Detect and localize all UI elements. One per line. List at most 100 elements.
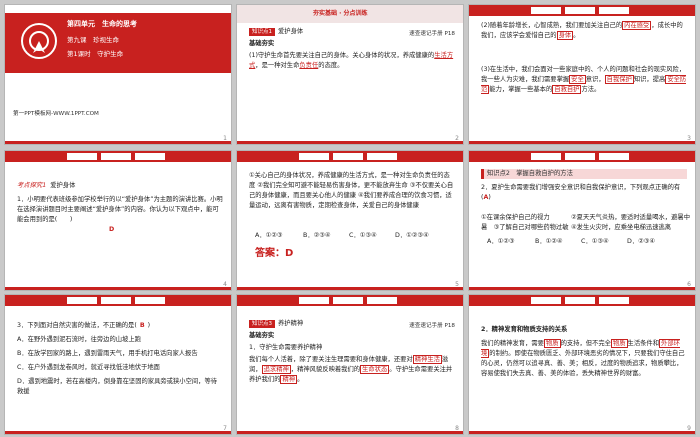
slide-4[interactable]: 考点探究1 爱护身体 1．小明要代表班级参加学校举行的以“爱护身体”为主题的演讲比… [4, 150, 232, 291]
kp-tag: 知识点3 [249, 320, 275, 328]
slide-number: 6 [687, 281, 691, 288]
body-text: ) [147, 322, 151, 329]
body-text: ，精神风貌反映着我们的 [290, 366, 361, 373]
body-text: 的态度。 [318, 62, 344, 69]
fill-blank: 物质 [610, 339, 628, 348]
slide-7[interactable]: 3．下列面对自然灾害的做法，不正确的是(B) A．在野外遇到泥石流时，往旁边的山… [4, 294, 232, 435]
slide-number: 1 [223, 135, 227, 142]
body-text: 。 [573, 32, 580, 39]
slide-9[interactable]: 2．精神发育和物质支持的关系 我们的精神发育，需要 物质 的支持，但不完全 物质 生活条… [468, 294, 696, 435]
kp-body: (1)守护生命首先要关注自己的身体。关心身体的状况，养成健康的生活方式，是一种对… [249, 51, 455, 71]
slide-1-bottom-bar [5, 141, 231, 144]
slide-5[interactable]: ①关心自己的身体状况，养成健康的生活方式，是一种对生命负责任的态度 ②我们完全知… [236, 150, 464, 291]
point-1-body: 我们每个人活着，除了要关注生理需要和身体健康，还要对 精神生活 滋润， 追求精神 ，精神… [249, 355, 455, 385]
option-a: A．①②③ [487, 238, 515, 245]
body-text: 2．夏护生命需要我们增强安全意识和自我保护意识，下列观点正确的有( [481, 184, 681, 201]
slide-number: 7 [223, 425, 227, 432]
body-text: ) [488, 194, 491, 201]
statement-2: ②夏天天气炎热，要适时适量喝水，避暑中 [571, 214, 690, 221]
lesson-title: 第九课 珍视生命 [67, 36, 119, 44]
kp-heading: 知识点1 爱护身体 [249, 27, 303, 37]
section-heading: 知识点2 掌握自救自护的方法 [481, 169, 687, 179]
option-a: A．①②③ [255, 232, 283, 239]
body-text: 生活条件和 [627, 340, 660, 347]
question-1: 1．小明要代表班级参加学校举行的以“爱护身体”为主题的演讲比赛。小明在选择演讲题… [17, 196, 223, 223]
fill-blank: 生命状态 [360, 365, 390, 374]
site-footer: 第一PPT模板网-WWW.1PPT.COM [13, 111, 99, 117]
option-b: B．①②④ [535, 238, 563, 245]
slide-5-top-bar [237, 151, 463, 162]
exam-heading: 考点探究1 爱护身体 [17, 181, 75, 191]
option-b: B．在放学回家的路上，遇到雷雨天气，用手机打电话向家人报告 [17, 350, 198, 357]
kp-tag: 知识点1 [249, 28, 275, 36]
fill-blank: 安全 [569, 75, 586, 84]
fill-blank: 自我保护 [604, 75, 634, 84]
slide-4-top-bar [5, 151, 231, 162]
slide-8[interactable]: 知识点3 养护精神 速查速记手册 P18 基础夯实 1．守护生命需要养护精神 我们… [236, 294, 464, 435]
slide-9-bottom-bar [469, 431, 695, 434]
fill-blank: 追求精神 [261, 365, 291, 374]
slide-8-top-bar [237, 295, 463, 306]
question-2: 2．夏护生命需要我们增强安全意识和自我保护意识，下列观点正确的有(A) [481, 183, 687, 203]
body-text: (2)随着年龄增长，心智成熟，我们要加关注自己的 [481, 22, 623, 29]
slide-number: 2 [455, 135, 459, 142]
manual-ref: 速查速记手册 P18 [409, 31, 455, 37]
fill-blank: 自救自护 [552, 85, 582, 94]
slide-9-top-bar [469, 295, 695, 306]
ribbon-icon [29, 31, 49, 53]
body-text: 我们每个人活着，除了要关注生理需要和身体健康，还要对 [249, 356, 413, 363]
fill-blank: 物质 [543, 339, 561, 348]
sub-heading: 基础夯实 [249, 332, 275, 339]
option-a: A．在野外遇到泥石流时，往旁边的山坡上跑 [17, 336, 141, 343]
slide-number: 3 [687, 135, 691, 142]
slide-3-bottom-bar [469, 141, 695, 144]
para-2: (3)在生活中，我们会面对一些家庭中的、个人的问题和社会的现实风险，我一些人为灾… [481, 65, 687, 95]
exam-title: 爱护身体 [50, 182, 76, 189]
slide-6-bottom-bar [469, 287, 695, 290]
body-text: 意识， [585, 76, 605, 83]
para-1: (2)随着年龄增长，心智成熟，我们要加关注自己的 内在感受 ，成长中的我们，应该学会… [481, 21, 687, 41]
question-3: 3．下列面对自然灾害的做法，不正确的是(B) [17, 321, 223, 331]
slide-number: 8 [455, 425, 459, 432]
kp-heading: 知识点3 养护精神 [249, 319, 303, 329]
slide-3-top-bar [469, 5, 695, 16]
slide-7-bottom-bar [5, 431, 231, 434]
body-text: 的制约。即使在物质匮乏、外部环境恶劣的情况下，只要我们守住自己的心灵，仍然可以追… [481, 350, 685, 377]
slide-2-bottom-bar [237, 141, 463, 144]
slide-1-logo [21, 23, 57, 59]
unit-title: 第四单元 生命的思考 [67, 20, 137, 28]
statement-3: 暑 ③了解自己对哪些药物过敏 [481, 224, 569, 231]
body-text: (1)守护生命首先要关注自己的身体。关心身体的状况，养成健康的 [249, 52, 435, 59]
fill-blank: 精神 [280, 375, 298, 384]
body-text: 方法。 [581, 86, 601, 93]
exam-tag: 考点探究1 [17, 182, 47, 189]
option-c: C．①③④ [349, 232, 377, 239]
statement-4: ④发生火灾时，应乘坐电梯迅速逃离 [571, 224, 672, 231]
body-text: 。 [297, 376, 304, 383]
option-b: B．②③④ [303, 232, 331, 239]
slide-7-top-bar [5, 295, 231, 306]
option-d: D．②③④ [627, 238, 656, 245]
banner-label: 夯实基础 · 分点训练 [313, 10, 368, 17]
body-text: 的支持，但不完全 [560, 340, 611, 347]
body-text: ，是一种对生命 [255, 62, 300, 69]
option-c: C．在户外遇到龙卷风时，就近寻找低洼地伏于地面 [17, 364, 160, 371]
slide-8-bottom-bar [237, 431, 463, 434]
slide-4-bottom-bar [5, 287, 231, 290]
fill-blank: 内在感受 [622, 21, 652, 30]
slide-number: 4 [223, 281, 227, 288]
question-1-answer: D [109, 226, 115, 233]
slide-6[interactable]: 知识点2 掌握自救自护的方法 2．夏护生命需要我们增强安全意识和自我保护意识，下… [468, 150, 696, 291]
point-1: 1．守护生命需要养护精神 [249, 344, 323, 351]
point-2-body: 我们的精神发育，需要 物质 的支持，但不完全 物质 生活条件和 外部环境 的制约。即使在物质… [481, 339, 687, 379]
period-title: 第1课时 守护生命 [67, 50, 124, 58]
fill-blank: 负责任 [299, 62, 319, 69]
question-statements: ①关心自己的身体状况，养成健康的生活方式，是一种对生命负责任的态度 ②我们完全知… [249, 172, 454, 209]
kp-title: 养护精神 [278, 320, 304, 327]
slide-5-bottom-bar [237, 287, 463, 290]
slide-1[interactable]: 第四单元 生命的思考 第九课 珍视生命 第1课时 守护生命 第一PPT模板网-W… [4, 4, 232, 145]
slide-3[interactable]: (2)随着年龄增长，心智成熟，我们要加关注自己的 内在感受 ，成长中的我们，应该学会… [468, 4, 696, 145]
slide-2[interactable]: 夯实基础 · 分点训练 知识点1 爱护身体 速查速记手册 P18 基础夯实 (1)… [236, 4, 464, 145]
option-d: D．①②③④ [395, 232, 429, 239]
slide-number: 5 [455, 281, 459, 288]
